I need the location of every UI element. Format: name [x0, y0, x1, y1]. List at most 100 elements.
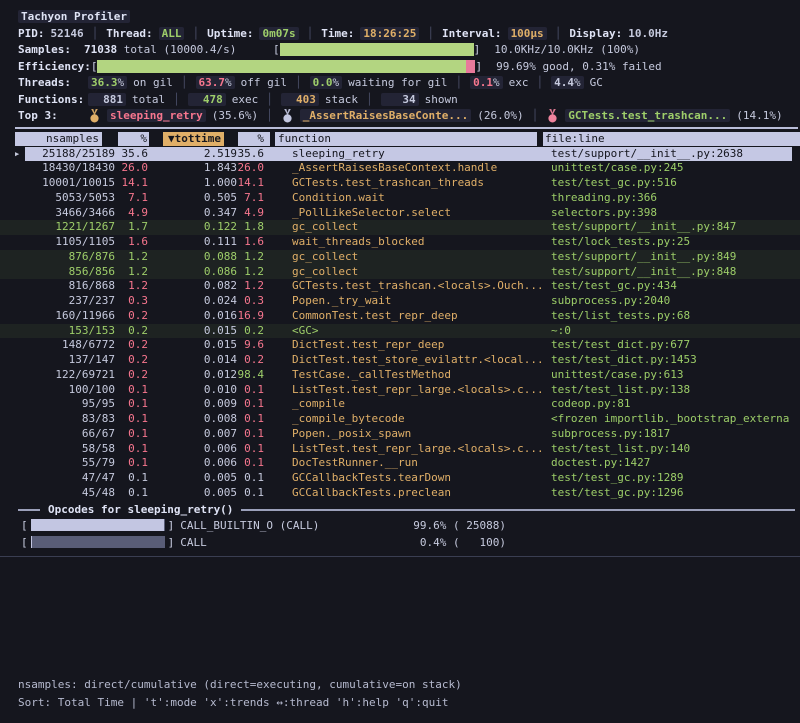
column-header-function[interactable]: function — [275, 132, 537, 146]
header-separator — [15, 127, 798, 129]
app-title: Tachyon Profiler — [18, 10, 130, 23]
rule-segment — [241, 509, 795, 511]
table-row[interactable]: 3466/34664.90.3474.9_PollLikeSelector.se… — [0, 206, 800, 221]
thread-stat-text: exc — [509, 76, 529, 89]
cell-pct-direct: 0.1 — [115, 471, 149, 486]
table-row[interactable]: 137/1470.20.0140.2DictTest.test_store_ev… — [0, 353, 800, 368]
opcode-stat: 0.4% ( 100) — [356, 534, 506, 551]
cell-file-line: unittest/case.py:613 — [551, 368, 800, 383]
table-row[interactable]: 1221/12671.70.1221.8gc_collecttest/suppo… — [0, 220, 800, 235]
status-value: 52146 — [51, 27, 84, 40]
table-row[interactable]: 122/697210.20.01298.4TestCase._callTestM… — [0, 368, 800, 383]
cell-file-line: test/test_gc.py:434 — [551, 279, 800, 294]
medal-icon — [546, 109, 559, 123]
table-row[interactable]: 816/8681.20.0821.2GCTests.test_trashcan.… — [0, 279, 800, 294]
thread-stat: 0.1% — [470, 76, 503, 89]
cell-pct-cumulative: 1.6 — [237, 235, 270, 250]
table-row[interactable]: ▶25188/2518935.62.51935.6sleeping_retryt… — [0, 147, 800, 162]
cell-nsamples: 55/79 — [26, 456, 115, 471]
cell-tottime: 0.015 — [149, 338, 237, 353]
table-row[interactable]: 55/790.10.0060.1DocTestRunner.__rundocte… — [0, 456, 800, 471]
cell-nsamples: 25188/25189 — [26, 147, 115, 162]
table-row[interactable]: 100/1000.10.0100.1ListTest.test_repr_lar… — [0, 383, 800, 398]
cell-function: Popen._try_wait — [270, 294, 551, 309]
cell-function: GCTests.test_trashcan.<locals>.Ouch... — [270, 279, 551, 294]
table-row[interactable]: 1105/11051.60.1111.6wait_threads_blocked… — [0, 235, 800, 250]
row-gutter — [0, 294, 26, 309]
cell-file-line: test/list_tests.py:68 — [551, 309, 800, 324]
cell-tottime: 0.015 — [149, 324, 237, 339]
top3-function-name[interactable]: sleeping_retry — [107, 109, 206, 122]
row-gutter — [0, 250, 26, 265]
cell-tottime: 0.008 — [149, 412, 237, 427]
thread-stat: 36.3% — [88, 76, 127, 89]
row-gutter — [0, 265, 26, 280]
function-count-text: shown — [425, 93, 458, 106]
cell-nsamples: 856/856 — [26, 265, 115, 280]
cell-tottime: 0.024 — [149, 294, 237, 309]
cell-function: sleeping_retry — [270, 147, 551, 162]
cell-pct-cumulative: 14.1 — [237, 176, 270, 191]
cell-file-line: test/support/__init__.py:847 — [551, 220, 800, 235]
cell-pct-direct: 0.3 — [115, 294, 149, 309]
opcode-stat: 99.6% ( 25088) — [356, 517, 506, 534]
top3-line: Top 3:sleeping_retry(35.6%)│_AssertRaise… — [18, 108, 796, 124]
table-row[interactable]: 58/580.10.0060.1ListTest.test_repr_large… — [0, 442, 800, 457]
cell-pct-cumulative: 16.9 — [237, 309, 270, 324]
efficiency-bar — [97, 60, 475, 73]
thread-stat: 0.0% — [310, 76, 343, 89]
cell-pct-direct: 0.1 — [115, 383, 149, 398]
row-gutter — [0, 383, 26, 398]
row-gutter — [0, 412, 26, 427]
cell-pct-direct: 26.0 — [115, 161, 149, 176]
cell-tottime: 1.000 — [149, 176, 237, 191]
thread-stat-text: on gil — [133, 76, 173, 89]
cell-file-line: threading.py:366 — [551, 191, 800, 206]
function-count: 403 — [281, 93, 319, 106]
column-header-pct-direct[interactable]: % — [118, 132, 149, 146]
column-header-nsamples[interactable]: nsamples — [15, 132, 102, 146]
function-count: 881 — [88, 93, 126, 106]
table-row[interactable]: 66/670.10.0070.1Popen._posix_spawnsubpro… — [0, 427, 800, 442]
function-count: 478 — [188, 93, 226, 106]
cell-pct-cumulative: 1.2 — [237, 279, 270, 294]
cell-nsamples: 876/876 — [26, 250, 115, 265]
cell-file-line: test/support/__init__.py:2638 — [551, 147, 800, 162]
cell-function: DictTest.test_repr_deep — [270, 338, 551, 353]
row-gutter — [0, 368, 26, 383]
separator: │ — [555, 27, 562, 40]
cell-file-line: codeop.py:81 — [551, 397, 800, 412]
top3-function-name[interactable]: _AssertRaisesBaseConte... — [300, 109, 472, 122]
table-row[interactable]: 95/950.10.0090.1_compilecodeop.py:81 — [0, 397, 800, 412]
column-header-tottime-sorted[interactable]: ▼tottime — [163, 132, 224, 146]
row-gutter — [0, 220, 26, 235]
separator: │ — [455, 76, 462, 89]
cell-pct-direct: 1.2 — [115, 279, 149, 294]
efficiency-label: Efficiency: — [18, 60, 91, 73]
table-row[interactable]: 856/8561.20.0861.2gc_collecttest/support… — [0, 265, 800, 280]
cell-tottime: 0.347 — [149, 206, 237, 221]
row-gutter — [0, 442, 26, 457]
cell-pct-direct: 0.2 — [115, 309, 149, 324]
cell-nsamples: 816/868 — [26, 279, 115, 294]
table-row[interactable]: 10001/1001514.11.00014.1GCTests.test_tra… — [0, 176, 800, 191]
functions-line: Functions:881total│478exec│403stack│34sh… — [18, 91, 796, 107]
column-header-file-line[interactable]: file:line — [543, 132, 800, 146]
table-row[interactable]: 83/830.10.0080.1_compile_bytecode<frozen… — [0, 412, 800, 427]
table-row[interactable]: 148/67720.20.0159.6DictTest.test_repr_de… — [0, 338, 800, 353]
separator: │ — [532, 109, 539, 122]
table-row[interactable]: 237/2370.30.0240.3Popen._try_waitsubproc… — [0, 294, 800, 309]
table-row[interactable]: 876/8761.20.0881.2gc_collecttest/support… — [0, 250, 800, 265]
column-header-pct-cumulative[interactable]: % — [238, 132, 270, 146]
table-row[interactable]: 160/119660.20.01616.9CommonTest.test_rep… — [0, 309, 800, 324]
top3-function-name[interactable]: GCTests.test_trashcan... — [565, 109, 730, 122]
table-row[interactable]: 153/1530.20.0150.2<GC>~:0 — [0, 324, 800, 339]
status-value: ALL — [159, 27, 185, 40]
table-row[interactable]: 18430/1843026.01.84326.0_AssertRaisesBas… — [0, 161, 800, 176]
table-row[interactable]: 47/470.10.0050.1GCCallbackTests.tearDown… — [0, 471, 800, 486]
table-row[interactable]: 45/480.10.0050.1GCCallbackTests.preclean… — [0, 486, 800, 501]
table-row[interactable]: 5053/50537.10.5057.1Condition.waitthread… — [0, 191, 800, 206]
cell-nsamples: 47/47 — [26, 471, 115, 486]
cell-nsamples: 160/11966 — [26, 309, 115, 324]
cell-pct-cumulative: 7.1 — [237, 191, 270, 206]
